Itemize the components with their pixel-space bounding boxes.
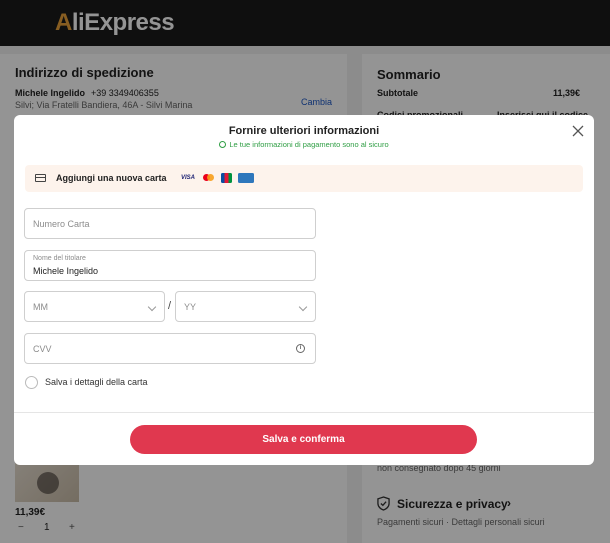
cardholder-name-value: Michele Ingelido xyxy=(33,266,99,276)
add-card-banner[interactable]: Aggiungi una nuova carta VISA xyxy=(25,165,583,192)
info-icon[interactable]: i xyxy=(296,344,305,353)
check-circle-icon xyxy=(219,141,227,148)
card-number-placeholder: Numero Carta xyxy=(33,219,90,229)
expiry-separator: / xyxy=(168,300,172,312)
secure-note-text: Le tue informazioni di pagamento sono al… xyxy=(229,140,389,149)
payment-modal: Fornire ulteriori informazioni Le tue in… xyxy=(14,115,594,465)
cvv-field[interactable]: CVV i xyxy=(24,333,316,364)
modal-divider xyxy=(14,412,594,413)
expiry-year-select[interactable]: YY xyxy=(175,291,316,322)
month-placeholder: MM xyxy=(33,302,48,312)
year-placeholder: YY xyxy=(184,302,197,312)
jcb-icon xyxy=(221,173,232,183)
modal-title: Fornire ulteriori informazioni xyxy=(228,125,380,137)
cardholder-name-label: Nome del titolare xyxy=(33,255,86,262)
cvv-placeholder: CVV xyxy=(33,344,52,354)
visa-icon: VISA xyxy=(181,175,196,181)
mastercard-icon xyxy=(202,173,216,183)
expiry-month-select[interactable]: MM xyxy=(24,291,165,322)
card-number-field[interactable]: Numero Carta xyxy=(24,208,316,239)
secure-note: Le tue informazioni di pagamento sono al… xyxy=(14,140,594,149)
amex-icon xyxy=(238,173,254,183)
credit-card-icon xyxy=(35,174,46,182)
cardholder-name-field[interactable]: Nome del titolare Michele Ingelido xyxy=(24,250,316,281)
chevron-down-icon xyxy=(147,302,157,312)
save-card-label[interactable]: Salva i dettagli della carta xyxy=(45,377,148,387)
close-icon[interactable] xyxy=(570,123,586,139)
save-and-confirm-button[interactable]: Salva e conferma xyxy=(130,425,477,454)
chevron-down-icon xyxy=(298,302,308,312)
save-card-radio[interactable] xyxy=(25,376,38,389)
add-card-label: Aggiungi una nuova carta xyxy=(56,173,167,183)
